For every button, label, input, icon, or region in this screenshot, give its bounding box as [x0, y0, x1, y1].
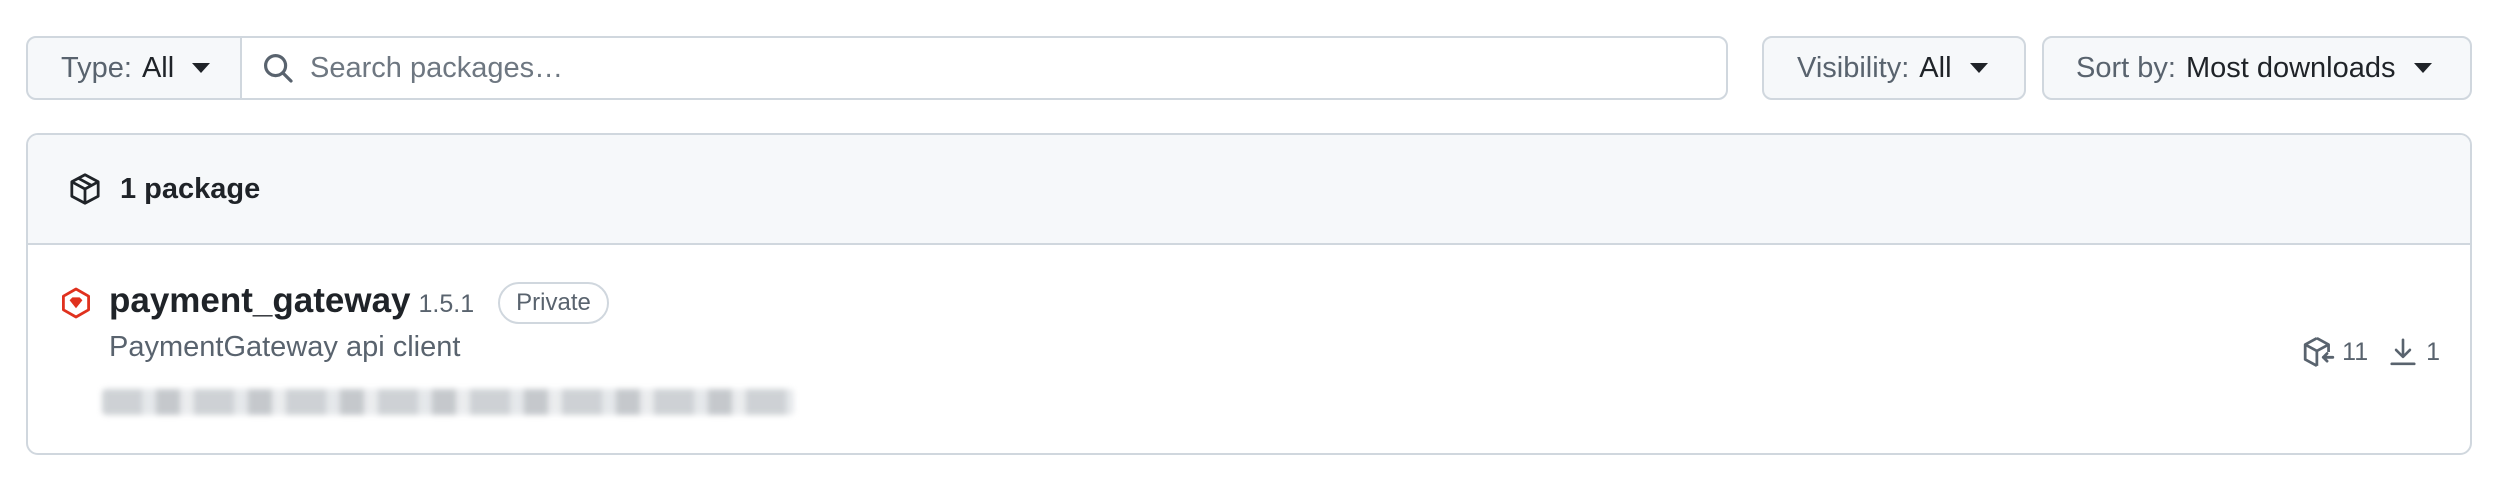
packages-list: 1 package payment_gateway 1.5.1 Private …: [26, 133, 2472, 455]
rubygems-icon: [62, 287, 90, 319]
triangle-down-icon: [2413, 63, 2432, 73]
visibility-filter-label: Visibility:: [1797, 51, 1910, 84]
versions-stat: 11: [2302, 335, 2368, 369]
downloads-count: 1: [2426, 337, 2440, 366]
download-icon: [2390, 338, 2416, 366]
triangle-down-icon: [1969, 63, 1988, 73]
search-icon: [264, 54, 293, 83]
versions-count: 11: [2342, 337, 2369, 366]
sort-label: Sort by:: [2076, 51, 2176, 84]
package-icon: [70, 173, 100, 205]
packages-count: 1 package: [120, 172, 261, 205]
type-filter-button[interactable]: Type: All: [26, 36, 242, 100]
package-versions-icon: [2303, 336, 2335, 368]
search-input[interactable]: [308, 50, 1726, 86]
triangle-down-icon: [192, 63, 211, 73]
redacted-content: [102, 389, 794, 415]
type-filter-value: All: [141, 51, 175, 84]
search-field[interactable]: [240, 36, 1728, 100]
type-filter-label: Type:: [61, 51, 132, 84]
package-description: PaymentGateway api client: [109, 331, 461, 363]
visibility-filter-value: All: [1919, 51, 1952, 84]
package-name-link[interactable]: payment_gateway: [109, 281, 411, 321]
visibility-badge: Private: [498, 282, 609, 324]
packages-list-header: 1 package: [28, 135, 2470, 245]
visibility-filter-button[interactable]: Visibility: All: [1762, 36, 2026, 100]
sort-button[interactable]: Sort by: Most downloads: [2042, 36, 2472, 100]
list-item: payment_gateway 1.5.1 Private PaymentGat…: [28, 245, 2470, 455]
package-version: 1.5.1: [418, 290, 475, 318]
package-stats: 11 1: [2302, 335, 2440, 369]
sort-value: Most downloads: [2185, 51, 2396, 84]
downloads-stat: 1: [2388, 337, 2440, 367]
